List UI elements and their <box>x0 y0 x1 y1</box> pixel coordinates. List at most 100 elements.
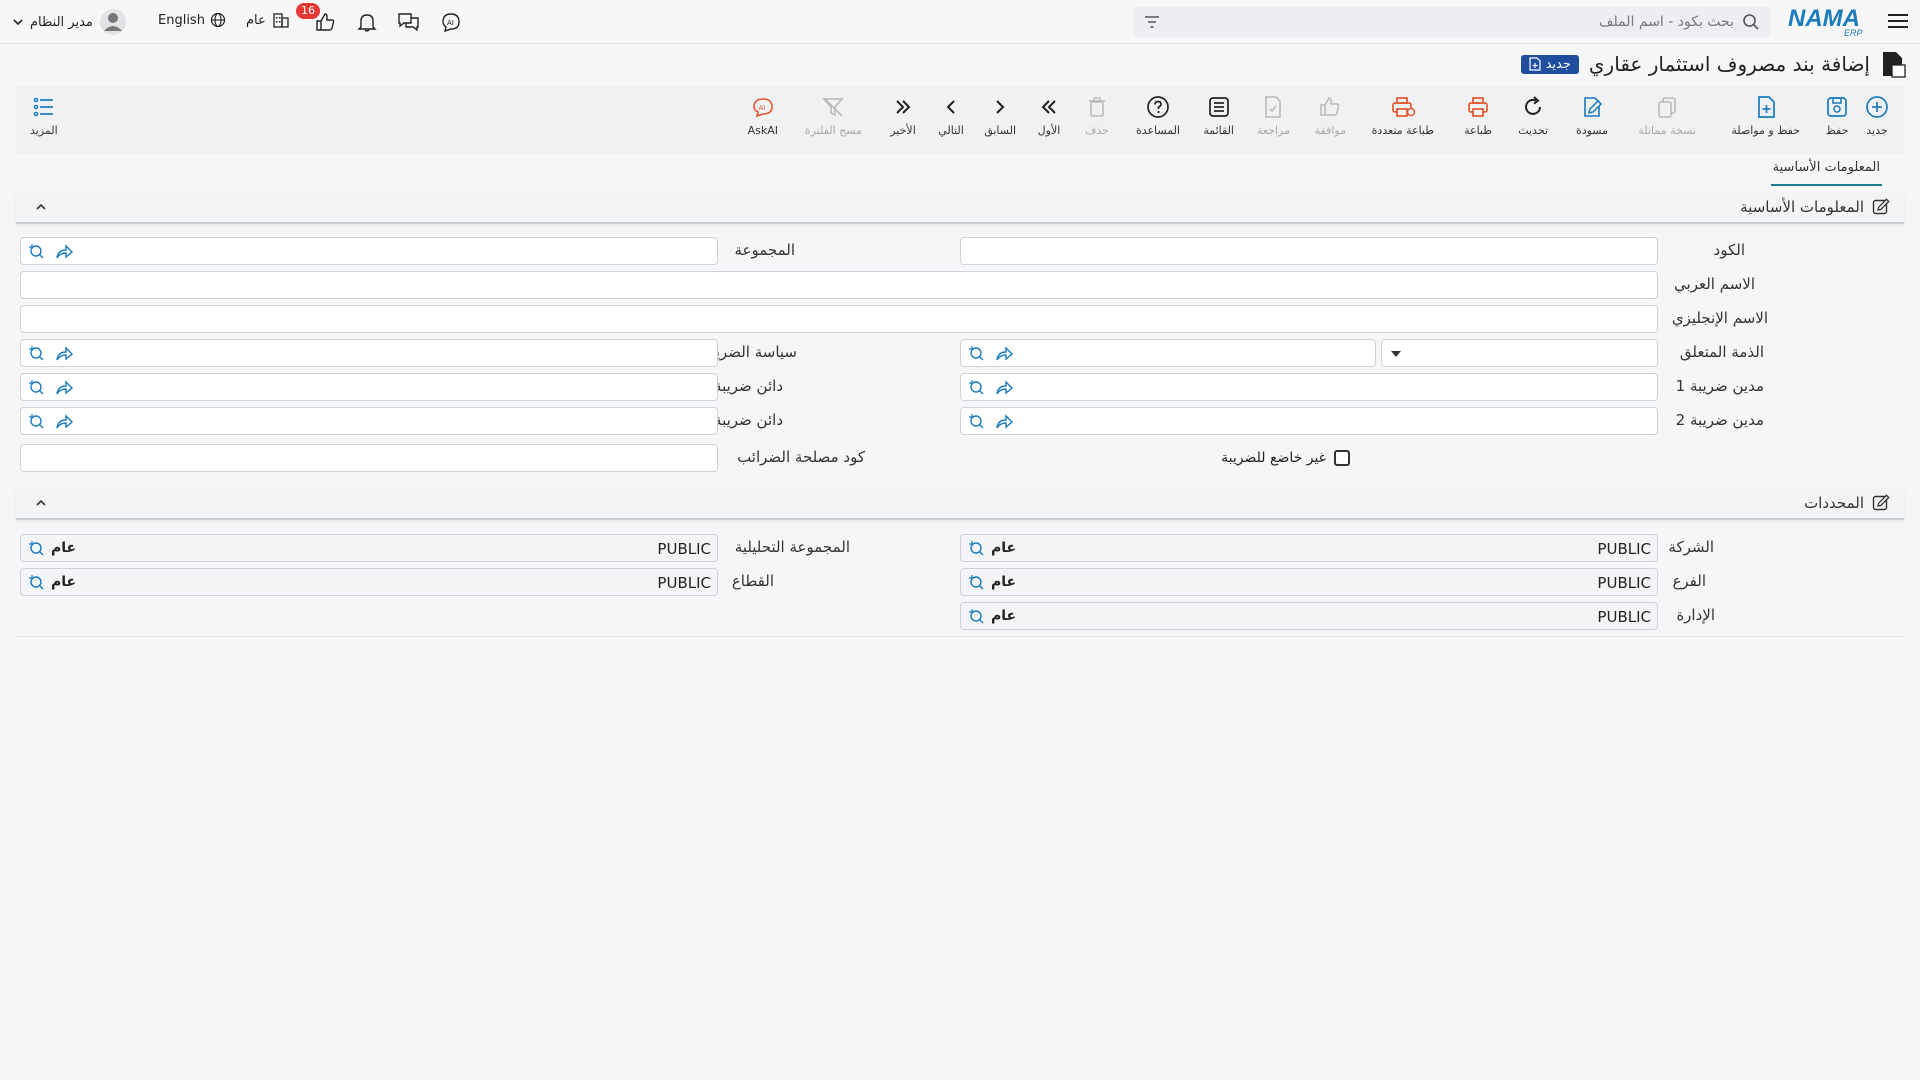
edit-icon <box>1872 198 1890 216</box>
approve-label: موافقة <box>1314 124 1346 137</box>
more-label: المزيد <box>30 124 58 137</box>
save-continue-button[interactable]: حفظ و مواصلة <box>1731 94 1800 137</box>
search-input[interactable] <box>1151 14 1734 30</box>
list-icon <box>1206 94 1232 120</box>
search-refresh-icon[interactable] <box>27 413 45 431</box>
search-refresh-icon[interactable] <box>967 379 985 397</box>
tab-basic-info[interactable]: المعلومات الأساسية <box>1770 160 1882 186</box>
new-button[interactable]: جديد <box>1864 94 1890 137</box>
share-icon[interactable] <box>55 346 73 362</box>
search-refresh-icon[interactable] <box>967 540 985 558</box>
delete-button[interactable]: حذف <box>1084 94 1110 137</box>
department-label: الإدارة <box>1676 606 1715 624</box>
last-button[interactable]: الأخير <box>890 94 916 137</box>
checkbox-box[interactable] <box>1334 450 1350 466</box>
user-menu[interactable]: مدير النظام <box>12 8 127 36</box>
english-name-input[interactable] <box>20 305 1658 333</box>
scope-switch[interactable]: عام <box>246 10 291 30</box>
related-account-type-select[interactable] <box>1381 339 1658 367</box>
list-button[interactable]: القائمة <box>1203 94 1234 137</box>
search-refresh-icon[interactable] <box>967 413 985 431</box>
search-refresh-icon[interactable] <box>27 540 45 558</box>
review-button[interactable]: مراجعة <box>1257 94 1290 137</box>
search-refresh-icon[interactable] <box>27 243 45 261</box>
tax-debit-1-input[interactable] <box>960 373 1658 401</box>
globe-icon <box>210 12 226 28</box>
tax-authority-code-input[interactable] <box>20 444 718 472</box>
collapse-icon[interactable] <box>34 200 48 214</box>
last-label: الأخير <box>890 124 916 137</box>
ai-assistant-icon[interactable]: AI <box>438 10 464 34</box>
scope-label: عام <box>246 12 266 28</box>
bell-icon[interactable] <box>354 10 380 34</box>
tax-authority-code-label: كود مصلحة الضرائب <box>737 448 865 466</box>
search-refresh-icon[interactable] <box>967 574 985 592</box>
tax-debit-2-input[interactable] <box>960 407 1658 435</box>
refresh-label: تحديث <box>1518 124 1548 137</box>
previous-button[interactable]: السابق <box>984 94 1016 137</box>
more-button[interactable]: المزيد <box>30 94 58 137</box>
code-label: الكود <box>1713 241 1745 259</box>
filter-icon[interactable] <box>1143 13 1161 31</box>
analytic-group-input[interactable]: عام PUBLIC <box>20 534 718 562</box>
share-icon[interactable] <box>995 380 1013 396</box>
save-button[interactable]: حفظ <box>1824 94 1850 137</box>
search-refresh-icon[interactable] <box>27 345 45 363</box>
save-continue-label: حفظ و مواصلة <box>1731 124 1800 137</box>
tax-policy-input[interactable] <box>20 339 718 367</box>
sector-label: القطاع <box>731 572 774 590</box>
collapse-icon[interactable] <box>34 496 48 510</box>
code-input[interactable] <box>960 237 1658 265</box>
search-refresh-icon[interactable] <box>27 574 45 592</box>
trash-icon <box>1084 94 1110 120</box>
copy-icon <box>1654 94 1680 120</box>
approve-button[interactable]: موافقة <box>1315 94 1346 137</box>
share-icon[interactable] <box>55 380 73 396</box>
tax-credit-1-input[interactable] <box>20 373 718 401</box>
not-taxable-checkbox[interactable]: غير خاضع للضريبة <box>1221 450 1350 466</box>
multi-print-button[interactable]: طباعة متعددة <box>1372 94 1434 137</box>
share-icon[interactable] <box>995 414 1013 430</box>
askai-button[interactable]: AI AskAI <box>748 94 778 137</box>
group-input[interactable] <box>20 237 718 265</box>
arabic-name-label: الاسم العربي <box>1674 275 1755 293</box>
search-bar[interactable] <box>1133 7 1770 37</box>
clear-filter-button[interactable]: مسح الفلترة <box>805 94 862 137</box>
first-button[interactable]: الأول <box>1036 94 1062 137</box>
file-plus-icon <box>1753 94 1779 120</box>
branch-input[interactable]: عام PUBLIC <box>960 568 1658 596</box>
share-icon[interactable] <box>55 414 73 430</box>
previous-label: السابق <box>984 124 1016 137</box>
related-account-input[interactable] <box>960 339 1376 367</box>
branch-tag: عام <box>991 574 1017 590</box>
share-icon[interactable] <box>55 244 73 260</box>
search-refresh-icon[interactable] <box>967 345 985 363</box>
company-tag: عام <box>991 540 1017 556</box>
help-button[interactable]: المساعدة <box>1136 94 1180 137</box>
duplicate-button[interactable]: نسخة مماثلة <box>1638 94 1696 137</box>
menu-icon[interactable] <box>1886 9 1910 33</box>
department-input[interactable]: عام PUBLIC <box>960 602 1658 630</box>
refresh-button[interactable]: تحديث <box>1518 94 1548 137</box>
search-refresh-icon[interactable] <box>27 379 45 397</box>
language-switch[interactable]: English <box>158 12 226 28</box>
search-icon[interactable] <box>1742 13 1760 31</box>
next-button[interactable]: التالي <box>938 94 964 137</box>
chat-icon[interactable] <box>396 10 422 34</box>
tax-credit-2-input[interactable] <box>20 407 718 435</box>
language-label: English <box>158 12 205 28</box>
svg-text:AI: AI <box>758 104 765 112</box>
related-account-label: الذمة المتعلق <box>1679 343 1764 361</box>
building-icon <box>271 10 291 30</box>
sector-value: PUBLIC <box>657 574 711 592</box>
draft-button[interactable]: مسودة <box>1576 94 1608 137</box>
print-button[interactable]: طباعة <box>1464 94 1492 137</box>
company-input[interactable]: عام PUBLIC <box>960 534 1658 562</box>
sector-input[interactable]: عام PUBLIC <box>20 568 718 596</box>
sector-tag: عام <box>51 574 77 590</box>
notification-count-badge: 16 <box>296 3 320 19</box>
share-icon[interactable] <box>995 346 1013 362</box>
search-refresh-icon[interactable] <box>967 608 985 626</box>
nama-logo[interactable]: NAMA ERP <box>1786 4 1870 38</box>
arabic-name-input[interactable] <box>20 271 1658 299</box>
